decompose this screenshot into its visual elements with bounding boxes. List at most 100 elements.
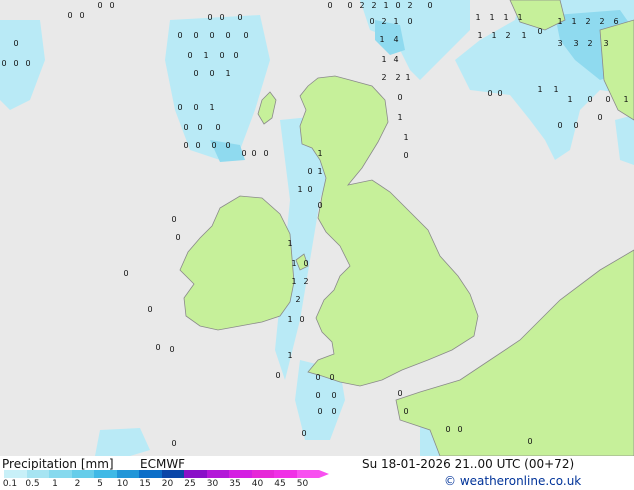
svg-text:0: 0	[537, 27, 542, 36]
svg-text:1: 1	[287, 351, 292, 360]
svg-text:1: 1	[287, 239, 292, 248]
svg-text:1: 1	[209, 103, 214, 112]
svg-text:4: 4	[393, 55, 398, 64]
svg-text:1: 1	[557, 17, 562, 26]
svg-text:0: 0	[263, 149, 268, 158]
svg-text:0: 0	[445, 425, 450, 434]
svg-text:1: 1	[477, 31, 482, 40]
svg-text:1: 1	[491, 31, 496, 40]
scale-swatch	[4, 470, 27, 478]
svg-text:1: 1	[297, 185, 302, 194]
svg-text:3: 3	[557, 39, 562, 48]
svg-text:1: 1	[383, 1, 388, 10]
svg-text:3: 3	[603, 39, 608, 48]
svg-text:0: 0	[487, 89, 492, 98]
svg-text:2: 2	[585, 17, 590, 26]
svg-text:1: 1	[475, 13, 480, 22]
svg-text:1: 1	[405, 73, 410, 82]
svg-text:2: 2	[381, 17, 386, 26]
svg-text:0: 0	[209, 31, 214, 40]
svg-text:0: 0	[331, 407, 336, 416]
svg-text:0: 0	[237, 13, 242, 22]
svg-text:1: 1	[291, 259, 296, 268]
svg-text:0: 0	[13, 39, 18, 48]
scale-label: 2	[74, 479, 81, 489]
svg-text:0: 0	[97, 1, 102, 10]
svg-text:0: 0	[397, 389, 402, 398]
scale-label: 0.5	[25, 479, 40, 489]
svg-text:0: 0	[109, 1, 114, 10]
svg-text:0: 0	[407, 17, 412, 26]
svg-text:1: 1	[317, 167, 322, 176]
svg-text:0: 0	[457, 425, 462, 434]
svg-text:1: 1	[317, 149, 322, 158]
svg-text:0: 0	[317, 407, 322, 416]
svg-text:0: 0	[171, 439, 176, 448]
svg-text:0: 0	[397, 93, 402, 102]
svg-text:0: 0	[177, 31, 182, 40]
svg-text:0: 0	[557, 121, 562, 130]
scale-label: 35	[229, 479, 241, 489]
scale-swatch	[184, 470, 207, 478]
svg-text:0: 0	[573, 121, 578, 130]
svg-text:0: 0	[275, 371, 280, 380]
svg-text:0: 0	[329, 373, 334, 382]
precipitation-map: 0 00 0 000 0022 1020 0210 1111 11226 11210…	[0, 0, 634, 456]
svg-text:2: 2	[371, 1, 376, 10]
svg-text:0: 0	[315, 373, 320, 382]
svg-text:0: 0	[587, 95, 592, 104]
svg-text:2: 2	[587, 39, 592, 48]
scale-swatch	[161, 470, 184, 478]
svg-text:1: 1	[567, 95, 572, 104]
svg-text:1: 1	[381, 55, 386, 64]
scale-label: 15	[139, 479, 151, 489]
svg-text:0: 0	[225, 31, 230, 40]
scale-swatch	[26, 470, 49, 478]
scale-swatch	[94, 470, 117, 478]
svg-text:0: 0	[497, 89, 502, 98]
svg-text:0: 0	[301, 429, 306, 438]
svg-text:2: 2	[303, 277, 308, 286]
svg-text:0: 0	[183, 123, 188, 132]
svg-text:1: 1	[537, 85, 542, 94]
svg-text:0: 0	[331, 391, 336, 400]
svg-text:2: 2	[395, 73, 400, 82]
svg-text:1: 1	[403, 133, 408, 142]
svg-text:6: 6	[613, 17, 618, 26]
svg-text:1: 1	[489, 13, 494, 22]
svg-text:0: 0	[307, 167, 312, 176]
svg-text:0: 0	[25, 59, 30, 68]
legend-bar: Precipitation [mm] ECMWF Su 18-01-2026 2…	[0, 456, 634, 490]
svg-text:0: 0	[123, 269, 128, 278]
svg-text:0: 0	[207, 13, 212, 22]
svg-text:0: 0	[169, 345, 174, 354]
svg-text:0: 0	[193, 103, 198, 112]
svg-text:0: 0	[403, 407, 408, 416]
svg-text:0: 0	[177, 103, 182, 112]
svg-text:1: 1	[397, 113, 402, 122]
svg-text:0: 0	[403, 151, 408, 160]
scale-label: 5	[97, 479, 103, 489]
svg-text:1: 1	[291, 277, 296, 286]
svg-text:1: 1	[203, 51, 208, 60]
svg-text:2: 2	[359, 1, 364, 10]
svg-text:0: 0	[597, 113, 602, 122]
svg-text:0: 0	[219, 13, 224, 22]
svg-text:4: 4	[393, 35, 398, 44]
svg-text:0: 0	[171, 215, 176, 224]
svg-text:0: 0	[79, 11, 84, 20]
svg-text:0: 0	[147, 305, 152, 314]
svg-text:1: 1	[503, 13, 508, 22]
credit-text: © weatheronline.co.uk	[444, 474, 582, 488]
svg-text:2: 2	[407, 1, 412, 10]
svg-text:0: 0	[347, 1, 352, 10]
svg-text:1: 1	[287, 315, 292, 324]
model-name: ECMWF	[140, 457, 186, 471]
scale-label: 25	[184, 479, 196, 489]
scale-label: 45	[274, 479, 286, 489]
svg-text:0: 0	[193, 69, 198, 78]
svg-text:0: 0	[527, 437, 532, 446]
scale-swatch	[71, 470, 94, 478]
svg-text:0: 0	[183, 141, 188, 150]
svg-text:1: 1	[623, 95, 628, 104]
